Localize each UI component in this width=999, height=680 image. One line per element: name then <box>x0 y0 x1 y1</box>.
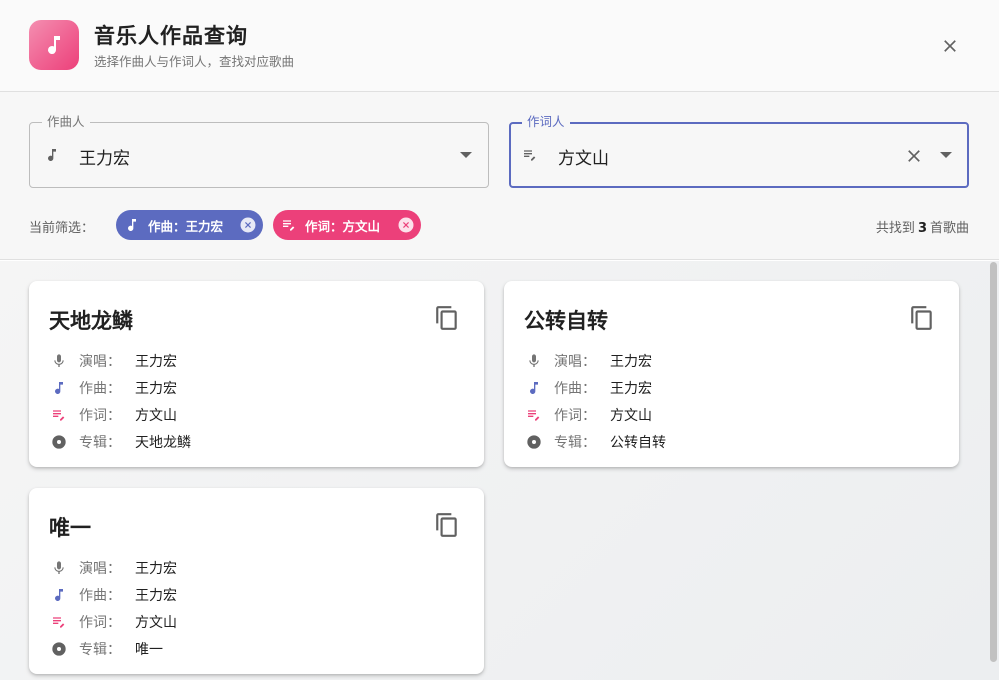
remove-chip-icon[interactable] <box>397 216 415 234</box>
result-count-prefix: 共找到 <box>875 221 915 236</box>
album-row: 专辑： 天地龙鳞 <box>51 432 191 452</box>
lyrics-edit-icon <box>283 220 295 231</box>
album-label: 专辑： <box>554 435 596 451</box>
scrollbar-thumb[interactable] <box>990 262 997 662</box>
result-count: 共找到 3 首歌曲 <box>876 217 969 236</box>
dialog-title: 音乐人作品查询 <box>94 24 248 48</box>
lyricist-label: 作词： <box>79 615 121 631</box>
microphone-icon <box>529 354 539 367</box>
album-value: 公转自转 <box>610 435 666 451</box>
album-value: 天地龙鳞 <box>135 435 191 451</box>
music-note-icon <box>55 382 63 395</box>
composer-label: 作曲： <box>79 588 121 604</box>
album-disc-icon <box>52 642 66 656</box>
song-card: 公转自转 演唱： 王力宏 作曲： 王力宏 作词： 方文山 专辑： 公转自转 <box>504 281 959 467</box>
singer-value: 王力宏 <box>610 354 652 370</box>
singer-row: 演唱： 王力宏 <box>51 558 177 578</box>
music-note-icon <box>128 219 136 232</box>
album-label: 专辑： <box>79 435 121 451</box>
singer-label: 演唱： <box>79 561 121 577</box>
music-note-icon <box>48 149 56 162</box>
lyrics-edit-icon <box>53 410 65 421</box>
singer-row: 演唱： 王力宏 <box>51 351 177 371</box>
dropdown-arrow-icon[interactable] <box>940 152 952 158</box>
copy-icon[interactable] <box>434 305 460 331</box>
lyricist-row: 作词： 方文山 <box>51 612 177 632</box>
lyrics-edit-icon <box>528 410 540 421</box>
result-count-suffix: 首歌曲 <box>929 221 969 236</box>
music-note-icon <box>55 589 63 602</box>
composer-row: 作曲： 王力宏 <box>51 585 177 605</box>
lyricist-value: 方文山 <box>135 408 177 424</box>
composer-select[interactable]: 作曲人 王力宏 <box>29 114 489 188</box>
active-filters-label: 当前筛选： <box>29 221 95 236</box>
dialog-subtitle: 选择作曲人与作词人，查找对应歌曲 <box>94 54 295 69</box>
album-row: 专辑： 公转自转 <box>526 432 666 452</box>
singer-value: 王力宏 <box>135 561 177 577</box>
composer-filter-chip[interactable]: 作曲：王力宏 <box>116 210 263 240</box>
lyrics-edit-icon <box>53 617 65 628</box>
composer-row: 作曲： 王力宏 <box>51 378 177 398</box>
dialog-header: 音乐人作品查询 选择作曲人与作词人，查找对应歌曲 <box>0 0 999 92</box>
composer-value: 王力宏 <box>610 381 652 397</box>
song-title: 唯一 <box>49 516 91 540</box>
album-label: 专辑： <box>79 642 121 658</box>
composer-label: 作曲： <box>79 381 121 397</box>
lyricist-label: 作词： <box>554 408 596 424</box>
dropdown-arrow-icon[interactable] <box>460 152 472 158</box>
composer-value: 王力宏 <box>135 381 177 397</box>
composer-row: 作曲： 王力宏 <box>526 378 652 398</box>
singer-row: 演唱： 王力宏 <box>526 351 652 371</box>
clear-icon[interactable] <box>904 146 924 166</box>
album-row: 专辑： 唯一 <box>51 639 163 659</box>
remove-chip-icon[interactable] <box>239 216 257 234</box>
microphone-icon <box>54 354 64 367</box>
chip-label: 作曲：王力宏 <box>148 218 224 234</box>
result-count-number: 3 <box>917 221 927 236</box>
close-icon <box>944 40 956 52</box>
copy-icon[interactable] <box>434 512 460 538</box>
app-icon <box>29 20 79 70</box>
close-button[interactable] <box>933 29 967 63</box>
music-note-icon <box>48 36 60 55</box>
music-note-icon <box>530 382 538 395</box>
lyricist-select-value: 方文山 <box>558 149 609 169</box>
lyricist-value: 方文山 <box>610 408 652 424</box>
lyricist-label: 作词： <box>79 408 121 424</box>
song-card: 天地龙鳞 演唱： 王力宏 作曲： 王力宏 作词： 方文山 专辑： 天地龙鳞 <box>29 281 484 467</box>
composer-select-label: 作曲人 <box>42 114 90 130</box>
chip-label: 作词：方文山 <box>305 218 381 234</box>
copy-icon[interactable] <box>909 305 935 331</box>
microphone-icon <box>54 561 64 574</box>
singer-label: 演唱： <box>554 354 596 370</box>
lyrics-edit-icon <box>524 150 536 161</box>
lyricist-select-label: 作词人 <box>522 114 570 130</box>
song-title: 天地龙鳞 <box>49 309 133 333</box>
filter-panel: 作曲人 王力宏 作词人 方文山 当前筛选： 作曲：王力宏 作词：方文山 共找到 … <box>0 92 999 260</box>
album-disc-icon <box>527 435 541 449</box>
song-title: 公转自转 <box>524 309 608 333</box>
album-disc-icon <box>52 435 66 449</box>
song-card: 唯一 演唱： 王力宏 作曲： 王力宏 作词： 方文山 专辑： 唯一 <box>29 488 484 674</box>
active-filters-row: 当前筛选： 作曲：王力宏 作词：方文山 共找到 3 首歌曲 <box>29 210 969 240</box>
composer-value: 王力宏 <box>135 588 177 604</box>
lyricist-value: 方文山 <box>135 615 177 631</box>
singer-value: 王力宏 <box>135 354 177 370</box>
composer-select-value: 王力宏 <box>79 149 130 169</box>
lyricist-row: 作词： 方文山 <box>526 405 652 425</box>
singer-label: 演唱： <box>79 354 121 370</box>
lyricist-select[interactable]: 作词人 方文山 <box>509 114 969 188</box>
composer-label: 作曲： <box>554 381 596 397</box>
lyricist-row: 作词： 方文山 <box>51 405 177 425</box>
album-value: 唯一 <box>135 642 163 658</box>
lyricist-filter-chip[interactable]: 作词：方文山 <box>273 210 421 240</box>
